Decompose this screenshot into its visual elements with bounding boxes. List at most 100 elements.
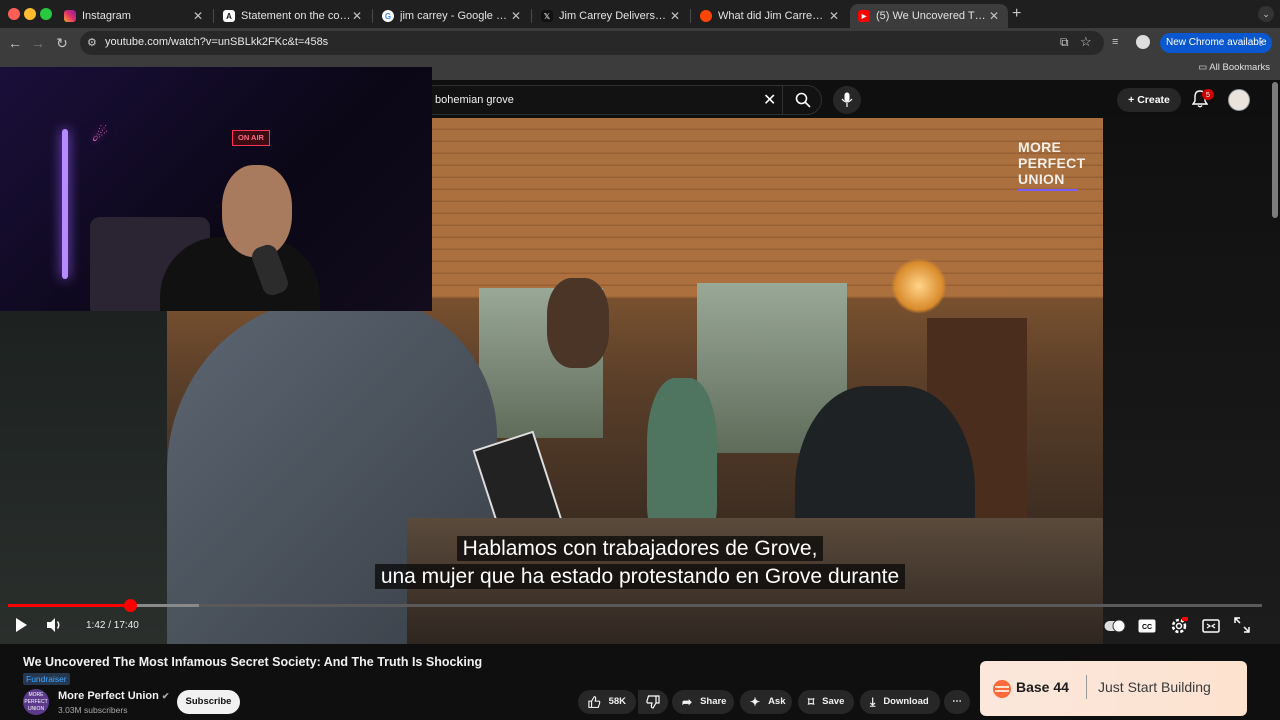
media-controls-icon[interactable]: ≡: [1112, 36, 1118, 48]
user-avatar[interactable]: [1228, 89, 1250, 111]
browser-toolbar: ← → ↻ ⚙ youtube.com/watch?v=unSBLkk2FKc&…: [0, 28, 1280, 58]
sparkle-icon: ✦: [750, 695, 761, 709]
tab-divider: [372, 9, 373, 23]
close-icon[interactable]: ✕: [669, 9, 681, 23]
channel-avatar[interactable]: MORE PERFECT UNION: [23, 689, 49, 715]
ai-icon: A: [223, 10, 235, 22]
clear-search-icon[interactable]: ✕: [763, 90, 776, 110]
new-chrome-available-button[interactable]: New Chrome available ⋮: [1160, 33, 1272, 53]
sidebar-ad[interactable]: Base 44 Just Start Building: [980, 661, 1247, 716]
like-count: 58K: [608, 696, 626, 707]
create-label: Create: [1137, 94, 1170, 106]
ask-button[interactable]: ✦ Ask: [740, 690, 792, 714]
close-icon[interactable]: ✕: [192, 9, 204, 23]
bookmark-star-icon[interactable]: ☆: [1080, 34, 1092, 50]
save-button[interactable]: ⌑ Save: [798, 690, 854, 714]
play-button[interactable]: [13, 617, 33, 635]
url-text: youtube.com/watch?v=unSBLkk2FKc&t=458s: [105, 36, 329, 48]
microphone-icon: [841, 92, 853, 107]
thumbs-down-icon: [646, 695, 660, 709]
tab-title: (5) We Uncovered The Most Infamous: [876, 10, 988, 22]
all-bookmarks-button[interactable]: ▭ All Bookmarks: [1198, 62, 1270, 73]
browser-tab[interactable]: G jim carrey - Google Search ✕: [374, 4, 530, 28]
notification-count-badge: 5: [1202, 89, 1214, 100]
new-chrome-label: New Chrome available: [1166, 37, 1267, 48]
create-button[interactable]: + Create: [1117, 88, 1181, 112]
tab-divider: [531, 9, 532, 23]
save-label: Save: [822, 696, 845, 707]
ask-label: Ask: [768, 696, 786, 707]
tab-title: jim carrey - Google Search: [400, 10, 510, 22]
share-label: Share: [700, 696, 727, 707]
x-icon: 𝕏: [541, 10, 553, 22]
streamer-face: [222, 165, 292, 257]
captions-button[interactable]: CC: [1138, 617, 1158, 635]
scrubber-handle[interactable]: [124, 599, 137, 612]
tab-search-icon[interactable]: ⌄: [1258, 6, 1274, 22]
fundraiser-badge[interactable]: Fundraiser: [23, 673, 70, 685]
search-query: bohemian grove: [435, 94, 514, 106]
address-bar[interactable]: ⚙ youtube.com/watch?v=unSBLkk2FKc&t=458s…: [80, 31, 1104, 55]
share-icon: ➦: [682, 695, 693, 709]
theater-mode-button[interactable]: [1202, 617, 1222, 635]
like-button[interactable]: 58K: [578, 690, 636, 714]
search-input[interactable]: bohemian grove: [420, 85, 822, 115]
voice-search-button[interactable]: [833, 86, 861, 114]
subscribe-button[interactable]: Subscribe: [177, 690, 240, 714]
tab-title: Instagram: [82, 10, 131, 22]
thumbs-up-icon: [588, 696, 601, 708]
close-window-button[interactable]: [8, 8, 20, 20]
video-title: We Uncovered The Most Infamous Secret So…: [23, 655, 483, 669]
dislike-button[interactable]: [638, 690, 668, 714]
download-button[interactable]: ⤓ Download: [860, 690, 940, 714]
profile-avatar[interactable]: [1136, 35, 1150, 49]
fullscreen-icon: [1234, 617, 1250, 633]
share-button[interactable]: ➦ Share: [672, 690, 734, 714]
gear-icon: [1171, 617, 1188, 634]
new-tab-icon[interactable]: +: [1012, 5, 1021, 23]
minimize-window-button[interactable]: [24, 8, 36, 20]
tab-divider: [213, 9, 214, 23]
watermark-underline: [1018, 189, 1078, 191]
reload-icon[interactable]: ↻: [53, 34, 71, 52]
reddit-icon: [700, 10, 712, 22]
browser-tab[interactable]: Instagram ✕: [56, 4, 212, 28]
install-icon[interactable]: ⧉: [1060, 35, 1069, 50]
save-playlist-icon: ⌑: [808, 695, 815, 709]
browser-tab-active[interactable]: ▶ (5) We Uncovered The Most Infamous ✕: [850, 4, 1008, 28]
webcam-overlay: ☄ ON AIR: [0, 67, 432, 311]
browser-tab[interactable]: What did Jim Carrey do to his ✕: [692, 4, 848, 28]
maximize-window-button[interactable]: [40, 8, 52, 20]
volume-icon: [47, 618, 60, 632]
search-button[interactable]: [782, 85, 823, 115]
fullscreen-button[interactable]: [1234, 617, 1254, 635]
close-icon[interactable]: ✕: [351, 9, 363, 23]
browser-tab[interactable]: 𝕏 Jim Carrey Delivers Emotional ✕: [533, 4, 689, 28]
tab-title: What did Jim Carrey do to his: [718, 10, 828, 22]
play-icon: [16, 618, 27, 632]
forward-icon[interactable]: →: [29, 34, 47, 52]
more-vert-icon: ⋮: [1256, 37, 1266, 48]
autoplay-toggle[interactable]: [1104, 617, 1126, 635]
browser-tab[interactable]: A Statement on the comments ✕: [215, 4, 371, 28]
close-icon[interactable]: ✕: [828, 9, 840, 23]
youtube-icon: ▶: [858, 10, 870, 22]
settings-button[interactable]: [1170, 617, 1190, 635]
more-actions-button[interactable]: ⋯: [944, 690, 970, 714]
plus-icon: +: [1128, 94, 1138, 106]
mute-button[interactable]: [46, 617, 66, 635]
subtitle-text: Hablamos con trabajadores de Grove,: [456, 536, 824, 561]
download-label: Download: [883, 696, 929, 707]
ad-tagline: Just Start Building: [1098, 679, 1211, 695]
watermark-text: MORE PERFECT UNION: [1018, 139, 1086, 187]
site-info-icon[interactable]: ⚙: [87, 36, 97, 49]
page-scrollbar[interactable]: [1272, 82, 1278, 218]
close-icon[interactable]: ✕: [510, 9, 522, 23]
subscriber-count: 3.03M subscribers: [58, 705, 128, 715]
base44-logo-icon: [993, 680, 1011, 698]
close-icon[interactable]: ✕: [988, 9, 1000, 23]
back-icon[interactable]: ←: [6, 34, 24, 52]
time-display: 1:42 / 17:40: [86, 620, 139, 631]
tab-divider: [690, 9, 691, 23]
channel-name[interactable]: More Perfect Union ✔: [58, 690, 169, 702]
